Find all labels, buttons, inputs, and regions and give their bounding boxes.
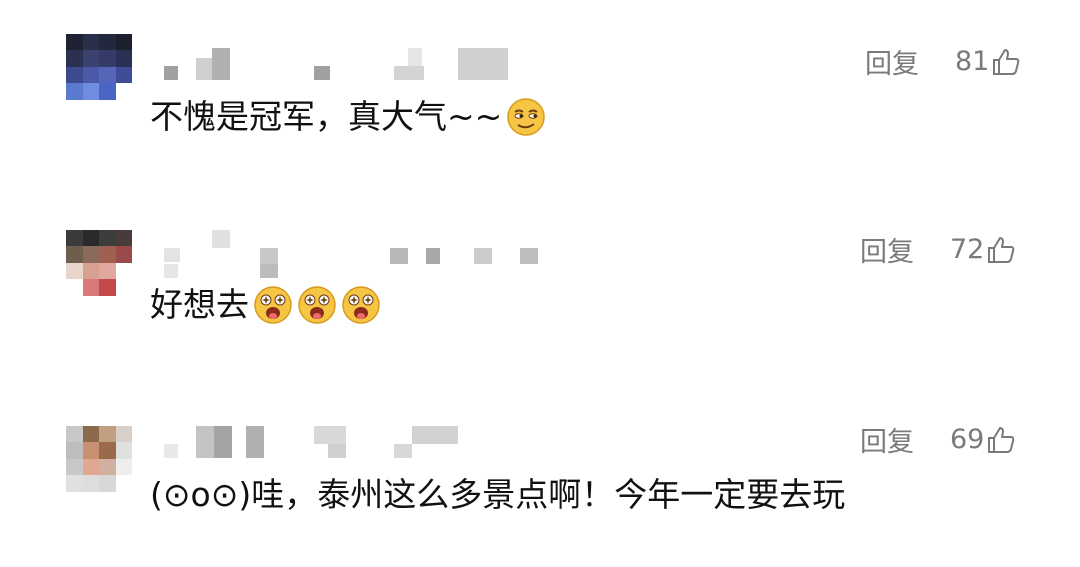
avatar-pixel	[115, 34, 132, 51]
avatar-pixel	[99, 491, 116, 508]
avatar-pixel	[115, 491, 132, 508]
avatar-pixel	[115, 475, 132, 492]
avatar-pixel	[66, 99, 83, 116]
avatar-pixel	[66, 50, 83, 67]
avatar-pixel	[115, 295, 132, 312]
avatar-pixel	[115, 50, 132, 67]
avatar-pixel	[115, 442, 132, 459]
like-button[interactable]: 69	[950, 424, 1016, 455]
avatar-pixel	[66, 442, 83, 459]
avatar-pixel	[66, 458, 83, 476]
avatar-pixel	[99, 246, 116, 263]
like-count: 69	[950, 424, 985, 455]
avatar-pixel	[99, 458, 116, 476]
comment-item: (⊙o⊙)哇，泰州这么多景点啊！今年一定要去玩 回复 69	[0, 380, 1080, 560]
comment-body: 不愧是冠军，真大气~~	[150, 97, 503, 136]
avatar-pixel	[115, 246, 132, 263]
avatar-pixel	[99, 426, 116, 443]
avatar-pixel	[99, 66, 116, 84]
avatar-pixel	[99, 475, 116, 492]
avatar-pixel	[66, 279, 83, 296]
avatar-pixel	[82, 230, 99, 247]
like-count: 81	[955, 46, 990, 77]
avatar-pixel	[99, 99, 116, 116]
avatar-pixel	[66, 246, 83, 263]
smirk-face-icon	[507, 98, 546, 136]
username-pixelated[interactable]	[150, 48, 570, 98]
avatar-pixel	[66, 262, 83, 280]
reply-button[interactable]: 回复	[865, 42, 919, 81]
comment-item: 不愧是冠军，真大气~~ 回复 81	[0, 0, 1080, 180]
avatar-pixel	[66, 426, 83, 443]
avatar-pixel	[99, 262, 116, 280]
avatar-pixel	[66, 66, 83, 84]
avatar-pixel	[99, 230, 116, 247]
reply-button[interactable]: 回复	[860, 420, 914, 459]
comment-actions: 回复 81	[865, 42, 1021, 81]
avatar-pixel	[115, 458, 132, 476]
like-button[interactable]: 81	[955, 46, 1021, 77]
avatar-pixel	[115, 426, 132, 443]
avatar-pixel	[99, 442, 116, 459]
avatar-pixel	[82, 426, 99, 443]
avatar[interactable]	[66, 426, 132, 508]
avatar-pixel	[99, 34, 116, 51]
avatar-pixel	[82, 458, 99, 476]
like-button[interactable]: 72	[950, 234, 1016, 265]
avatar-pixel	[82, 491, 99, 508]
avatar-pixel	[99, 83, 116, 100]
comment-body: 好想去	[150, 285, 249, 324]
comment-item: 好想去 回复 72	[0, 190, 1080, 370]
avatar-pixel	[66, 491, 83, 508]
avatar-pixel	[99, 279, 116, 296]
avatar-pixel	[82, 66, 99, 84]
avatar-pixel	[82, 279, 99, 296]
comment-text: (⊙o⊙)哇，泰州这么多景点啊！今年一定要去玩	[150, 474, 845, 516]
avatar-pixel	[82, 50, 99, 67]
avatar[interactable]	[66, 34, 132, 116]
avatar-pixel	[115, 262, 132, 280]
avatar[interactable]	[66, 230, 132, 312]
reply-button[interactable]: 回复	[860, 230, 914, 269]
comment-actions: 回复 69	[860, 420, 1016, 459]
comment-actions: 回复 72	[860, 230, 1016, 269]
username-pixelated[interactable]	[150, 230, 570, 280]
avatar-pixel	[82, 246, 99, 263]
avatar-pixel	[82, 99, 99, 116]
like-count: 72	[950, 234, 985, 265]
avatar-pixel	[115, 99, 132, 116]
avatar-pixel	[115, 66, 132, 84]
avatar-pixel	[115, 83, 132, 100]
username-pixelated[interactable]	[150, 426, 570, 476]
avatar-pixel	[82, 442, 99, 459]
avatar-pixel	[66, 230, 83, 247]
avatar-pixel	[99, 295, 116, 312]
avatar-pixel	[66, 295, 83, 312]
avatar-pixel	[82, 34, 99, 51]
thumbs-up-icon	[993, 48, 1020, 75]
avatar-pixel	[66, 83, 83, 100]
starry-eyed-face-icon	[254, 286, 292, 324]
avatar-pixel	[66, 475, 83, 492]
thumbs-up-icon	[988, 236, 1015, 263]
avatar-pixel	[115, 279, 132, 296]
avatar-pixel	[82, 475, 99, 492]
avatar-pixel	[82, 295, 99, 312]
avatar-pixel	[66, 34, 83, 51]
starry-eyed-face-icon	[342, 286, 380, 324]
avatar-pixel	[115, 230, 132, 247]
comment-text: 不愧是冠军，真大气~~	[150, 96, 546, 138]
thumbs-up-icon	[988, 426, 1015, 453]
avatar-pixel	[99, 50, 116, 67]
avatar-pixel	[82, 83, 99, 100]
starry-eyed-face-icon	[298, 286, 336, 324]
avatar-pixel	[82, 262, 99, 280]
comment-body: (⊙o⊙)哇，泰州这么多景点啊！今年一定要去玩	[150, 475, 846, 514]
comment-text: 好想去	[150, 284, 381, 326]
